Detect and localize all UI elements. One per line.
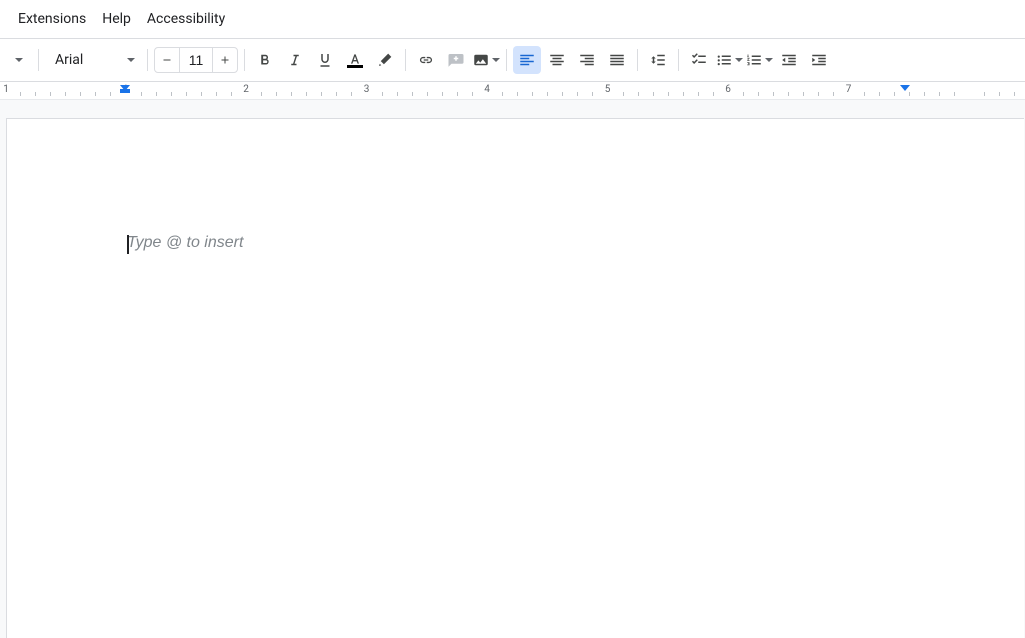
numbered-list-icon — [745, 51, 763, 69]
toolbar: Arial — [0, 38, 1025, 82]
toolbar-separator — [244, 49, 245, 71]
placeholder-label: Type @ to insert — [127, 234, 243, 251]
menu-extensions[interactable]: Extensions — [10, 5, 94, 33]
menu-bar: Extensions Help Accessibility — [0, 0, 1025, 38]
increase-font-size-button[interactable] — [213, 48, 237, 72]
line-spacing-icon — [649, 51, 667, 69]
toolbar-separator — [405, 49, 406, 71]
decrease-indent-icon — [780, 51, 798, 69]
chevron-down-icon — [15, 58, 23, 62]
page[interactable]: Type @ to insert — [6, 118, 1024, 638]
bold-button[interactable] — [251, 46, 279, 74]
toolbar-separator — [506, 49, 507, 71]
menu-accessibility[interactable]: Accessibility — [139, 5, 233, 33]
comment-icon — [447, 51, 465, 69]
insert-link-button[interactable] — [412, 46, 440, 74]
checklist-button[interactable] — [685, 46, 713, 74]
chevron-down-icon — [492, 58, 500, 62]
toolbar-separator — [678, 49, 679, 71]
highlighter-icon — [376, 51, 394, 69]
right-indent-marker[interactable] — [900, 85, 910, 91]
insert-image-button[interactable] — [472, 46, 500, 74]
document-canvas: Type @ to insert — [0, 100, 1025, 638]
toolbar-separator — [38, 49, 39, 71]
text-color-swatch — [347, 65, 363, 68]
plus-icon — [219, 54, 231, 66]
align-left-icon — [518, 51, 536, 69]
checklist-icon — [690, 51, 708, 69]
chevron-down-icon — [127, 58, 135, 62]
numbered-list-button[interactable] — [745, 46, 773, 74]
align-justify-icon — [608, 51, 626, 69]
bulleted-list-button[interactable] — [715, 46, 743, 74]
minus-icon — [161, 54, 173, 66]
align-center-button[interactable] — [543, 46, 571, 74]
increase-indent-button[interactable] — [805, 46, 833, 74]
underline-button[interactable] — [311, 46, 339, 74]
insert-comment-button[interactable] — [442, 46, 470, 74]
bold-icon — [256, 51, 274, 69]
align-left-button[interactable] — [513, 46, 541, 74]
increase-indent-icon — [810, 51, 828, 69]
font-size-group — [154, 47, 238, 73]
menu-help[interactable]: Help — [94, 5, 139, 33]
line-spacing-button[interactable] — [644, 46, 672, 74]
align-right-button[interactable] — [573, 46, 601, 74]
align-center-icon — [548, 51, 566, 69]
decrease-indent-button[interactable] — [775, 46, 803, 74]
font-family-select[interactable]: Arial — [45, 46, 141, 74]
align-right-icon — [578, 51, 596, 69]
text-cursor — [127, 235, 129, 254]
highlight-color-button[interactable] — [371, 46, 399, 74]
bulleted-list-icon — [715, 51, 733, 69]
underline-icon — [316, 51, 334, 69]
font-size-input[interactable] — [179, 48, 213, 72]
text-color-icon — [347, 52, 363, 66]
toolbar-separator — [637, 49, 638, 71]
italic-button[interactable] — [281, 46, 309, 74]
text-color-button[interactable] — [341, 46, 369, 74]
chevron-down-icon — [735, 58, 743, 62]
page-body[interactable]: Type @ to insert — [127, 234, 914, 252]
link-icon — [417, 51, 435, 69]
chevron-down-icon — [765, 58, 773, 62]
placeholder-text: Type @ to insert — [127, 234, 914, 252]
more-toolbar-button[interactable] — [4, 46, 32, 74]
horizontal-ruler[interactable]: 11234567 — [0, 82, 1025, 100]
decrease-font-size-button[interactable] — [155, 48, 179, 72]
italic-icon — [286, 51, 304, 69]
left-indent-marker[interactable] — [120, 85, 130, 91]
font-family-label: Arial — [55, 52, 83, 68]
toolbar-separator — [147, 49, 148, 71]
image-icon — [472, 51, 490, 69]
align-justify-button[interactable] — [603, 46, 631, 74]
